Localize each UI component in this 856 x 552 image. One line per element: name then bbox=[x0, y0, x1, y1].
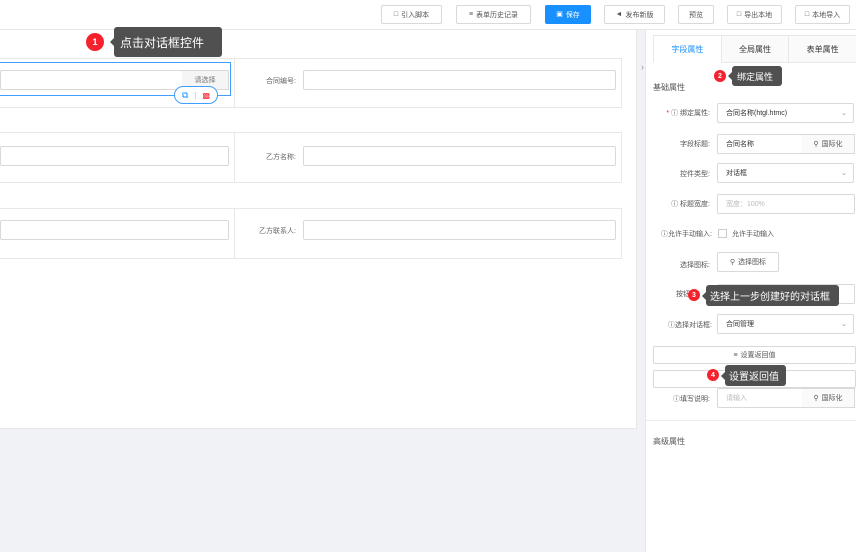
search-icon: ⚲ bbox=[813, 141, 819, 148]
chevron-down-icon: ⌄ bbox=[841, 170, 847, 177]
action-divider: | bbox=[194, 90, 197, 100]
i18n-button[interactable]: ⚲ 国际化 bbox=[802, 134, 855, 154]
select-icon-label: 选择图标: bbox=[680, 262, 710, 269]
fill-desc-input[interactable]: 请输入 bbox=[717, 388, 803, 408]
field-title-input[interactable]: 合同名称 bbox=[717, 134, 803, 154]
select-icon-button[interactable]: ⚲ 选择图标 bbox=[717, 252, 779, 272]
list-icon: ≡ bbox=[733, 351, 738, 359]
select-dialog-select[interactable]: 合同管理 ⌄ bbox=[717, 314, 854, 334]
required-mark: * bbox=[666, 110, 670, 117]
control-type-label: 控件类型: bbox=[680, 171, 710, 178]
set-return-value-button[interactable]: ≡ 设置返回值 bbox=[653, 346, 856, 364]
bind-attr-label: * ⓘ 绑定属性: bbox=[666, 110, 710, 117]
export-local-button[interactable]: □ 导出本地 bbox=[727, 5, 782, 24]
i18n-button[interactable]: ⚲ 国际化 bbox=[802, 388, 855, 408]
tab-field-attributes[interactable]: 字段属性 bbox=[653, 35, 722, 63]
help-icon: ⓘ bbox=[661, 231, 669, 238]
step-badge-4: 4 bbox=[707, 369, 719, 381]
title-width-label: ⓘ 标题宽度: bbox=[671, 201, 710, 208]
allow-manual-checkbox[interactable] bbox=[718, 229, 727, 238]
import-local-button[interactable]: □ 本地导入 bbox=[795, 5, 850, 24]
copy-icon[interactable]: ⧉ bbox=[182, 90, 188, 101]
row3-left-input[interactable] bbox=[0, 220, 229, 240]
help-icon: ⓘ bbox=[668, 322, 676, 329]
cell-divider bbox=[234, 209, 235, 258]
step-tooltip-4: 设置返回值 bbox=[721, 365, 786, 386]
allow-manual-label: ⓘ允许手动输入: bbox=[661, 231, 712, 238]
step-badge-1: 1 bbox=[86, 33, 104, 51]
party-b-contact-input[interactable] bbox=[303, 220, 616, 240]
step-badge-2: 2 bbox=[714, 70, 726, 82]
party-b-name-label: 乙方名称: bbox=[266, 154, 296, 161]
preview-button[interactable]: 预览 bbox=[678, 5, 714, 24]
cell-divider bbox=[234, 59, 235, 107]
list-icon: ≡ bbox=[468, 11, 474, 18]
delete-icon[interactable]: ▩ bbox=[202, 91, 210, 100]
party-b-name-input[interactable] bbox=[303, 146, 616, 166]
allow-manual-text: 允许手动输入 bbox=[732, 231, 774, 238]
row2-left-input[interactable] bbox=[0, 146, 229, 166]
control-actions: ⧉ | ▩ bbox=[174, 86, 218, 104]
field-title-label: 字段标题: bbox=[680, 141, 710, 148]
bind-attr-select[interactable]: 合同名称(htgl.htmc) ⌄ bbox=[717, 103, 854, 123]
step-tooltip-1: 点击对话框控件 bbox=[110, 27, 222, 57]
tab-global-attributes[interactable]: 全局属性 bbox=[721, 35, 790, 63]
import-script-button[interactable]: □ 引入脚本 bbox=[381, 5, 442, 24]
basic-section-title: 基础属性 bbox=[653, 83, 685, 92]
chevron-down-icon: ⌄ bbox=[841, 110, 847, 117]
dialog-control-input[interactable] bbox=[0, 70, 183, 90]
title-width-input[interactable]: 宽度：100% bbox=[717, 194, 855, 214]
save-button[interactable]: ▣ 保存 bbox=[545, 5, 591, 24]
search-icon: ⚲ bbox=[729, 259, 736, 266]
send-icon: ◄ bbox=[615, 11, 623, 18]
fill-desc-label: ⓘ填写说明: bbox=[673, 396, 710, 403]
help-icon: ⓘ bbox=[671, 201, 679, 208]
search-icon: ⚲ bbox=[813, 395, 819, 402]
file-icon: □ bbox=[393, 11, 399, 18]
help-icon: ⓘ bbox=[671, 110, 679, 117]
step-badge-3: 3 bbox=[688, 289, 700, 301]
property-tabs: 字段属性 全局属性 表单属性 bbox=[653, 35, 856, 63]
folder-icon: □ bbox=[736, 11, 742, 18]
help-icon: ⓘ bbox=[673, 396, 681, 403]
section-divider bbox=[646, 420, 856, 421]
step-tooltip-3: 选择上一步创建好的对话框 bbox=[702, 285, 839, 306]
party-b-contact-label: 乙方联系人: bbox=[259, 228, 296, 235]
select-dialog-label: ⓘ选择对话框: bbox=[668, 322, 712, 329]
contract-no-label: 合同编号: bbox=[266, 78, 296, 85]
tab-form-attributes[interactable]: 表单属性 bbox=[789, 35, 856, 63]
step-tooltip-2: 绑定属性 bbox=[728, 66, 782, 86]
control-type-select[interactable]: 对话框 ⌄ bbox=[717, 163, 854, 183]
chevron-down-icon: ⌄ bbox=[841, 321, 847, 328]
publish-button[interactable]: ◄ 发布新版 bbox=[604, 5, 665, 24]
folder-open-icon: □ bbox=[804, 11, 810, 18]
form-history-button[interactable]: ≡ 表单历史记录 bbox=[456, 5, 531, 24]
contract-no-input[interactable] bbox=[303, 70, 616, 90]
top-toolbar: □ 引入脚本 ≡ 表单历史记录 ▣ 保存 ◄ 发布新版 预览 □ 导出本地 □ … bbox=[0, 0, 856, 30]
save-icon: ▣ bbox=[556, 11, 563, 18]
advanced-section-title: 高级属性 bbox=[653, 437, 685, 446]
cell-divider bbox=[234, 133, 235, 182]
